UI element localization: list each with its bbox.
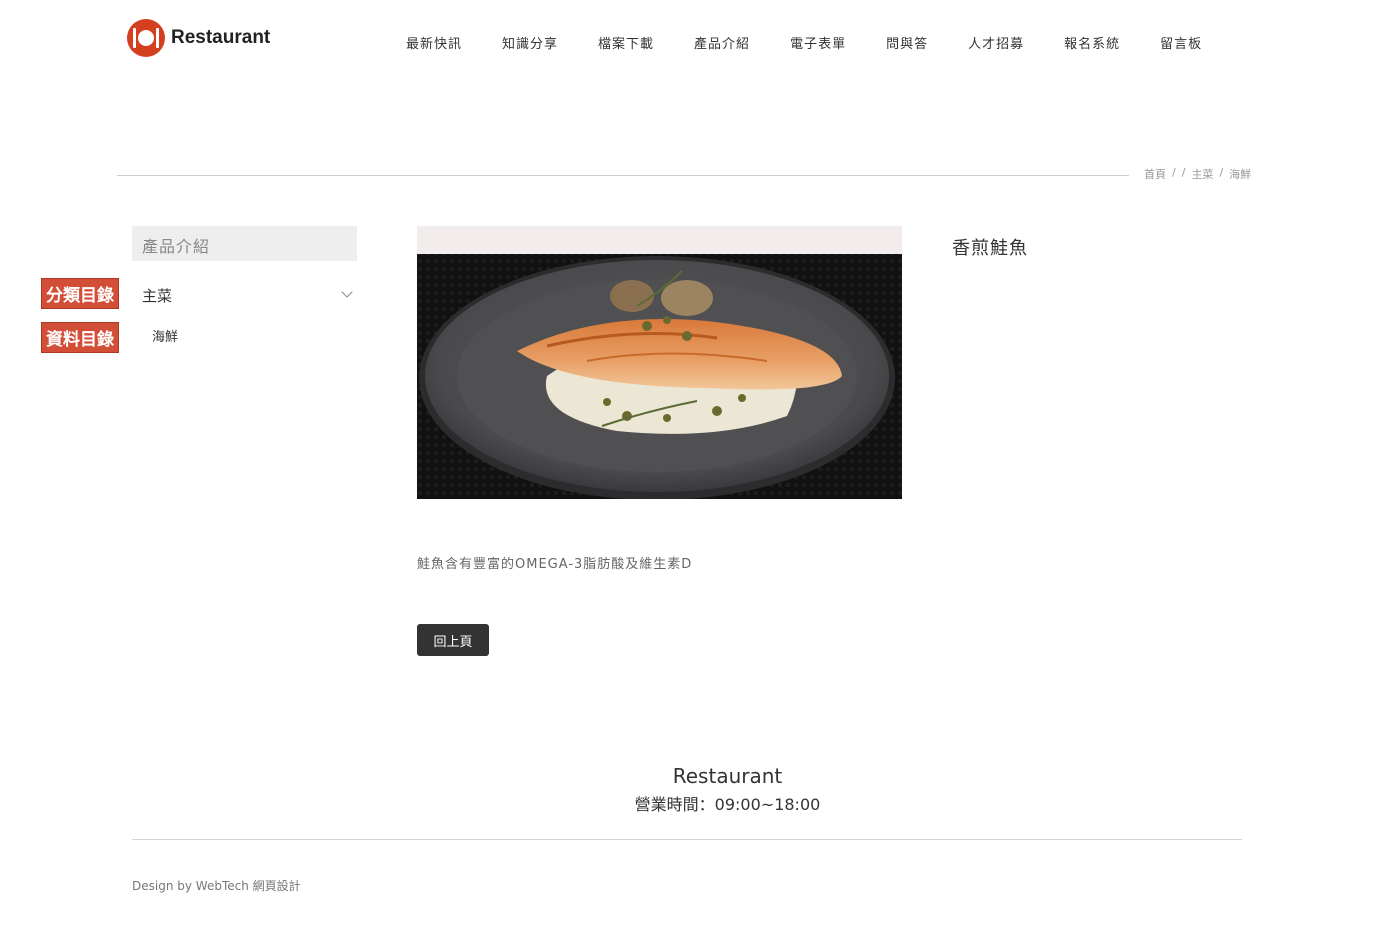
chevron-down-icon[interactable] (341, 286, 353, 298)
nav-item-news[interactable]: 最新快訊 (406, 33, 462, 52)
category-directory-tag: 分類目錄 (41, 278, 119, 309)
breadcrumb-separator: / (1172, 166, 1176, 179)
nav-item-faq[interactable]: 問與答 (886, 33, 928, 52)
nav-item-careers[interactable]: 人才招募 (968, 33, 1024, 52)
restaurant-logo-icon (127, 19, 165, 57)
nav-item-registration[interactable]: 報名系統 (1064, 33, 1120, 52)
breadcrumb-separator: / (1181, 166, 1186, 179)
breadcrumb: 首頁 / / 主菜 / 海鮮 (1144, 166, 1257, 182)
footer-credit[interactable]: Design by WebTech 網頁設計 (132, 877, 301, 894)
breadcrumb-home[interactable]: 首頁 (1144, 166, 1166, 182)
sidebar-subitem-seafood[interactable]: 海鮮 (152, 326, 178, 345)
breadcrumb-divider (117, 175, 1129, 176)
footer-hours: 營業時間：09:00~18:00 (634, 795, 821, 814)
sidebar-item-label: 主菜 (142, 287, 173, 305)
salmon-dish-photo-icon (417, 226, 902, 499)
site-logo[interactable]: Restaurant (127, 19, 270, 57)
breadcrumb-separator: / (1219, 166, 1224, 179)
logo-text: Restaurant (171, 27, 271, 48)
breadcrumb-current: 海鮮 (1229, 168, 1252, 181)
back-button[interactable]: 回上頁 (417, 624, 489, 656)
footer-divider (132, 839, 1242, 840)
product-description: 鮭魚含有豐富的OMEGA-3脂肪酸及維生素D (417, 557, 693, 572)
product-title: 香煎鮭魚 (952, 238, 1028, 259)
breadcrumb-category[interactable]: 主菜 (1191, 166, 1213, 182)
footer-brand: Restaurant (672, 764, 783, 788)
data-directory-tag: 資料目錄 (41, 322, 119, 353)
main-nav: 最新快訊 知識分享 檔案下載 產品介紹 電子表單 問與答 人才招募 報名系統 留… (386, 33, 1222, 52)
nav-item-knowledge[interactable]: 知識分享 (502, 33, 558, 52)
nav-item-products[interactable]: 產品介紹 (694, 33, 750, 52)
sidebar-title: 產品介紹 (132, 226, 357, 261)
nav-item-downloads[interactable]: 檔案下載 (598, 33, 654, 52)
sidebar-item-main-course[interactable]: 主菜 (142, 285, 357, 306)
nav-item-forms[interactable]: 電子表單 (790, 33, 846, 52)
product-image (417, 226, 902, 499)
nav-item-guestbook[interactable]: 留言板 (1160, 33, 1202, 52)
